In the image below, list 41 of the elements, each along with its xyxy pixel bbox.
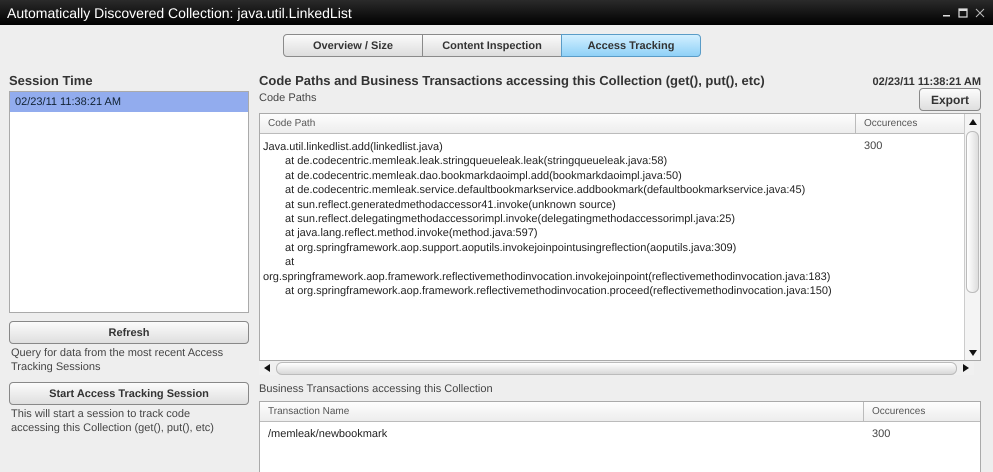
stack-line: at [284, 255, 296, 270]
export-button[interactable]: Export [919, 88, 981, 111]
stack-line: at de.codecentric.memleak.dao.bookmarkdaoimpl.add(bookmarkdaoimpl.java:50) [284, 168, 683, 184]
stack-line: at de.codecentric.memleak.service.defaultbookmarkservice.addbookmark(defaultbookmarkservice.java:45) [284, 183, 806, 198]
stack-line: at java.lang.reflect.method.invoke(method.java:597) [284, 226, 539, 241]
close-icon[interactable] [975, 8, 985, 18]
action-description: Query for data from the most recent Access Tracking Sessions [10, 346, 224, 375]
action-button[interactable]: Start Access Tracking Session [9, 382, 249, 405]
scrollbar-thumb[interactable] [966, 131, 979, 293]
column-header[interactable]: Occurences [856, 114, 964, 133]
stack-line: at org.springframework.aop.framework.reflectivemethodinvocation.proceed(reflectivemethodinvocation.java:150) [284, 284, 833, 298]
vertical-scrollbar[interactable] [964, 114, 980, 360]
scroll-down-icon[interactable] [968, 350, 976, 356]
stack-line: Java.util.linkedlist.add(linkedlist.java) [263, 140, 444, 154]
maximize-icon[interactable] [958, 8, 968, 18]
section-label: Code Paths [259, 91, 316, 104]
session-item[interactable]: 02/23/11 11:38:21 AM [10, 92, 248, 112]
table-cell: /memleak/newbookmark [268, 428, 388, 440]
scroll-right-icon[interactable] [963, 364, 969, 372]
sidebar-title: Session Time [9, 73, 94, 90]
column-header[interactable]: Transaction Name [260, 402, 864, 421]
window-title: Automatically Discovered Collection: java.util.LinkedList [7, 4, 352, 20]
tab[interactable]: Content Inspection [422, 34, 562, 57]
tab[interactable]: Overview / Size [283, 34, 423, 57]
scroll-up-icon[interactable] [968, 119, 976, 125]
section-label: Business Transactions accessing this Collection [259, 382, 494, 397]
table-cell: 300 [872, 428, 890, 440]
action-button[interactable]: Refresh [9, 321, 249, 344]
tab[interactable]: Access Tracking [561, 34, 701, 57]
column-header[interactable]: Code Path [260, 114, 856, 133]
stack-line: at sun.reflect.delegatingmethodaccessorimpl.invoke(delegatingmethodaccessorimpl.java:25) [284, 212, 736, 226]
action-description: This will start a session to track code accessing this Collection (get(), put(), etc) [10, 407, 215, 436]
stack-line: at org.springframework.aop.support.aoputils.invokejoinpointusingreflection(aoputils.java:309) [284, 240, 738, 256]
table-cell: 300 [864, 140, 882, 152]
stack-line: at sun.reflect.generatedmethodaccessor41.invoke(unknown source) [284, 198, 617, 212]
stack-line: org.springframework.aop.framework.reflectivemethodinvocation.invokejoinpoint(reflectivemethodinvocation.java:183) [263, 270, 832, 284]
section-title: Code Paths and Business Transactions accessing this Collection (get(), put(), etc) [259, 73, 765, 90]
timestamp: 02/23/11 11:38:21 AM [872, 76, 981, 88]
column-header[interactable]: Occurences [864, 402, 980, 421]
scroll-left-icon[interactable] [264, 364, 270, 372]
stack-line: at de.codecentric.memleak.leak.stringqueueleak.leak(stringqueueleak.java:58) [284, 154, 668, 169]
